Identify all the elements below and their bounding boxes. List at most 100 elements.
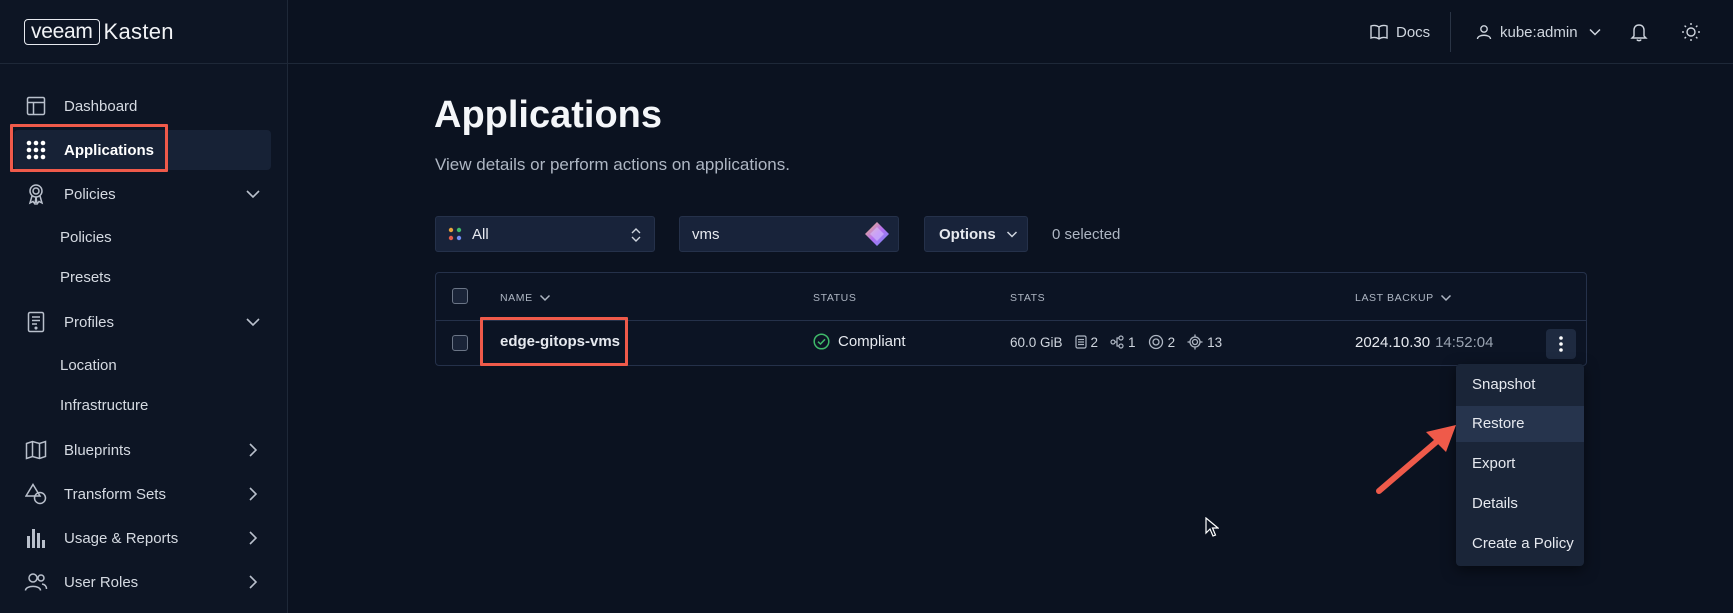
- updown-chevron-icon: [631, 228, 641, 242]
- sort-chevron-icon: [1440, 294, 1451, 302]
- column-header-stats: STATS: [1010, 292, 1046, 304]
- users-icon: [24, 570, 48, 594]
- sidebar-item-label: Blueprints: [64, 441, 131, 459]
- last-backup-time: 14:52:04: [1435, 334, 1494, 351]
- workload-icon: [1148, 334, 1163, 350]
- profile-doc-icon: [24, 310, 48, 334]
- user-menu-button[interactable]: kube:admin: [1476, 18, 1602, 46]
- menu-item-create-policy[interactable]: Create a Policy: [1456, 526, 1584, 562]
- check-circle-icon: [813, 333, 830, 350]
- chevron-right-icon[interactable]: [245, 574, 261, 590]
- chevron-right-icon[interactable]: [245, 530, 261, 546]
- bell-icon: [1630, 24, 1648, 42]
- menu-item-details[interactable]: Details: [1456, 486, 1584, 522]
- page-title: Applications: [434, 94, 663, 136]
- sidebar-subitem-presets[interactable]: Presets: [60, 266, 111, 290]
- shapes-icon: [24, 482, 48, 506]
- row-checkbox[interactable]: [452, 335, 468, 351]
- sort-chevron-icon: [539, 294, 550, 302]
- sidebar-subitem-infrastructure[interactable]: Infrastructure: [60, 394, 148, 418]
- chevron-down-icon: [1589, 28, 1601, 36]
- mouse-cursor-icon: [1205, 517, 1219, 537]
- sidebar-item-transform-sets[interactable]: Transform Sets: [14, 474, 271, 514]
- column-header-status: STATUS: [813, 292, 857, 304]
- search-input-value: vms: [692, 225, 720, 243]
- column-header-name[interactable]: NAME: [500, 292, 551, 304]
- ai-gem-icon[interactable]: [864, 221, 890, 247]
- menu-item-restore[interactable]: Restore: [1456, 406, 1584, 442]
- app-name-link[interactable]: edge-gitops-vms: [500, 333, 620, 350]
- stat-size: 60.0 GiB: [1010, 334, 1063, 350]
- sidebar-item-label: Dashboard: [64, 97, 138, 115]
- sidebar-item-label: Usage & Reports: [64, 529, 179, 547]
- sidebar-item-label: Policies: [64, 185, 116, 203]
- volume-icon: [1074, 335, 1087, 349]
- annotation-arrow-icon: [1376, 425, 1456, 494]
- sidebar: veeam Kasten Dashboard Applications Poli…: [0, 0, 288, 613]
- chevron-right-icon[interactable]: [245, 486, 261, 502]
- row-actions-menu: Snapshot Restore Export Details Create a…: [1456, 364, 1584, 566]
- sidebar-item-user-roles[interactable]: User Roles: [14, 562, 271, 602]
- search-input[interactable]: vms: [679, 216, 899, 252]
- status-cell: Compliant: [813, 333, 906, 350]
- notifications-button[interactable]: [1630, 18, 1648, 46]
- theme-toggle-button[interactable]: [1681, 18, 1701, 46]
- sidebar-item-usage-reports[interactable]: Usage & Reports: [14, 518, 271, 558]
- sidebar-subitem-location[interactable]: Location: [60, 354, 117, 378]
- network-icon: [1110, 335, 1124, 349]
- stat-services: 1: [1110, 335, 1136, 350]
- column-header-last-backup[interactable]: LAST BACKUP: [1355, 292, 1452, 304]
- sidebar-item-policies[interactable]: Policies: [14, 174, 271, 214]
- sidebar-divider: [0, 63, 288, 64]
- app-filter-select[interactable]: All: [435, 216, 655, 252]
- menu-item-export[interactable]: Export: [1456, 446, 1584, 482]
- app-filter-value: All: [472, 225, 489, 243]
- selected-count: 0 selected: [1052, 226, 1121, 243]
- menu-item-snapshot[interactable]: Snapshot: [1456, 367, 1584, 403]
- stat-resources: 13: [1187, 334, 1222, 350]
- stats-cell: 60.0 GiB 2 1 2 13: [1010, 334, 1234, 350]
- docs-label: Docs: [1396, 23, 1431, 41]
- sun-icon: [1682, 23, 1700, 41]
- applications-table: NAME STATUS STATS LAST BACKUP edge-gitop…: [435, 272, 1587, 366]
- sidebar-item-blueprints[interactable]: Blueprints: [14, 430, 271, 470]
- grid-dots-icon: [24, 138, 48, 162]
- stat-workloads: 2: [1148, 334, 1175, 350]
- bar-chart-icon: [24, 526, 48, 550]
- select-all-checkbox[interactable]: [452, 288, 468, 304]
- last-backup-date: 2024.10.30: [1355, 334, 1431, 351]
- topbar-separator: [1450, 12, 1451, 52]
- last-backup-cell: 2024.10.30 14:52:04: [1355, 334, 1493, 351]
- dashboard-icon: [24, 94, 48, 118]
- status-text: Compliant: [838, 333, 906, 350]
- map-icon: [24, 438, 48, 462]
- colored-dots-icon: [448, 227, 462, 241]
- topbar-divider: [288, 63, 1733, 64]
- docs-button[interactable]: Docs: [1370, 18, 1430, 46]
- ribbon-icon: [24, 182, 48, 206]
- veeam-kasten-logo[interactable]: veeam Kasten: [24, 18, 174, 46]
- kebab-menu-icon: [1559, 336, 1563, 352]
- sidebar-item-label: Applications: [64, 141, 155, 159]
- user-icon: [1476, 25, 1492, 40]
- stat-volumes: 2: [1074, 335, 1098, 350]
- sidebar-item-label: User Roles: [64, 573, 139, 591]
- options-button[interactable]: Options: [924, 216, 1028, 252]
- table-header: NAME STATUS STATS LAST BACKUP: [436, 273, 1586, 321]
- chevron-right-icon[interactable]: [245, 442, 261, 458]
- chevron-down-icon: [1006, 231, 1017, 238]
- sidebar-item-label: Transform Sets: [64, 485, 166, 503]
- logo-box-text: veeam: [24, 19, 100, 45]
- user-label: kube:admin: [1500, 23, 1578, 41]
- chevron-down-icon[interactable]: [245, 186, 261, 202]
- sidebar-subitem-policies[interactable]: Policies: [60, 226, 112, 250]
- sidebar-item-label: Profiles: [64, 313, 115, 331]
- row-actions-button[interactable]: [1546, 329, 1576, 359]
- logo-text: Kasten: [103, 19, 174, 44]
- sidebar-item-dashboard[interactable]: Dashboard: [14, 86, 271, 126]
- book-icon: [1370, 24, 1388, 40]
- options-label: Options: [939, 225, 996, 243]
- sidebar-item-applications[interactable]: Applications: [14, 130, 271, 170]
- sidebar-item-profiles[interactable]: Profiles: [14, 302, 271, 342]
- chevron-down-icon[interactable]: [245, 314, 261, 330]
